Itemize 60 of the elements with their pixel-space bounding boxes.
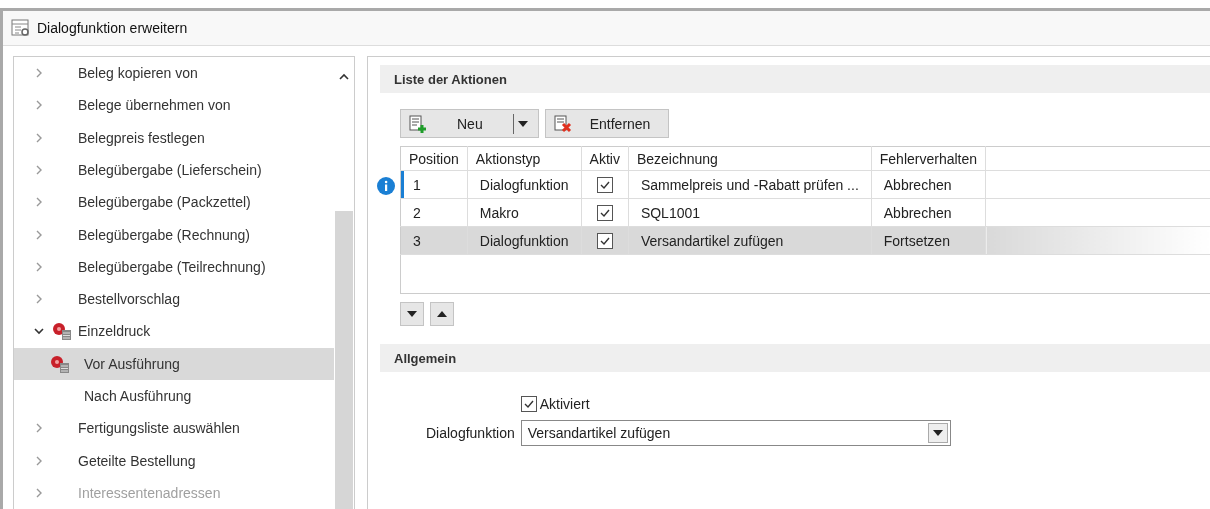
checkbox-label: Aktiviert	[539, 396, 590, 412]
tree-item[interactable]: Bestellvorschlag	[14, 282, 334, 316]
tree-item[interactable]: Vor Ausführung	[14, 347, 334, 380]
tree-item[interactable]: Belegübergabe (Rechnung)	[14, 218, 334, 251]
triangle-down-icon	[932, 430, 943, 436]
tree-item[interactable]: Belege übernehmen von	[14, 89, 334, 122]
tree-item[interactable]: Belegübergabe (Packzettel)	[14, 186, 334, 219]
checkmark-icon	[522, 398, 535, 410]
triangle-down-icon	[517, 120, 528, 127]
table-cell: Dialogfunktion	[467, 226, 582, 255]
table-cell: Makro	[467, 198, 582, 227]
tree-item[interactable]: Beleg kopieren von	[14, 57, 334, 90]
info-icon	[377, 177, 395, 195]
tree-item[interactable]: Einzeldruck	[14, 315, 334, 348]
table-row[interactable]: 2 Makro SQL1001 Abbrechen	[400, 198, 1210, 227]
checkbox[interactable]	[520, 396, 537, 412]
column-header[interactable]: Fehlerverhalten	[871, 146, 986, 171]
tree-item[interactable]: Belegübergabe (Lieferschein)	[14, 153, 334, 187]
tree-item[interactable]: Geteilte Bestellung	[14, 444, 334, 477]
dialog-function-dropdown[interactable]: Versandartikel zufügen	[520, 420, 951, 446]
add-document-icon	[409, 114, 427, 133]
table-cell: SQL1001	[628, 198, 872, 227]
section-header: Allgemein	[380, 344, 1210, 372]
new-button[interactable]: Neu	[400, 109, 539, 138]
column-header[interactable]: Aktionstyp	[467, 146, 582, 171]
window-settings-icon	[11, 19, 31, 37]
column-header[interactable]: Aktiv	[581, 146, 629, 171]
move-up-button[interactable]	[430, 302, 454, 326]
table-row[interactable]: 1 Dialogfunktion Sammelpreis und -Rabatt prüfen ... Abbrechen	[400, 170, 1210, 199]
tree-item[interactable]: Nach Ausführung	[14, 379, 334, 413]
table-cell: Dialogfunktion	[467, 170, 582, 199]
table-cell: 2	[400, 198, 468, 227]
remove-document-icon	[553, 114, 572, 133]
caret-icon[interactable]	[512, 113, 528, 134]
tree-item[interactable]: Fertigungsliste auswählen	[14, 412, 334, 445]
table-cell: 3	[400, 226, 468, 255]
checkbox[interactable]	[596, 233, 613, 250]
caret-icon[interactable]	[927, 423, 948, 443]
remove-button[interactable]: Entfernen	[544, 109, 670, 138]
triangle-up-icon	[437, 311, 447, 317]
move-down-button[interactable]	[400, 302, 424, 326]
table-cell: 1	[400, 170, 468, 199]
column-header[interactable]: Bezeichnung	[628, 146, 872, 171]
field-label: Dialogfunktion	[426, 425, 515, 441]
section-header: Liste der Aktionen	[380, 65, 1210, 93]
scroll-thumb[interactable]	[335, 211, 353, 509]
table-row[interactable]: 3 Dialogfunktion Versandartikel zufügen Fortsetzen	[400, 226, 1210, 255]
table-cell: Abbrechen	[871, 170, 986, 199]
checkbox[interactable]	[596, 205, 613, 222]
table-cell: Fortsetzen	[871, 226, 986, 255]
tree-item[interactable]: Belegpreis festlegen	[14, 121, 334, 154]
checkbox[interactable]	[596, 177, 613, 194]
column-header[interactable]: Position	[400, 146, 468, 171]
table-cell: Versandartikel zufügen	[628, 226, 872, 255]
scroll-up-icon[interactable]	[339, 73, 349, 81]
tree-item[interactable]: Belegübergabe (Teilrechnung)	[14, 250, 334, 283]
triangle-down-icon	[407, 311, 417, 317]
table-cell: Sammelpreis und -Rabatt prüfen ...	[628, 170, 872, 199]
window-title: Dialogfunktion erweitern	[37, 20, 188, 36]
table-cell: Abbrechen	[871, 198, 986, 227]
